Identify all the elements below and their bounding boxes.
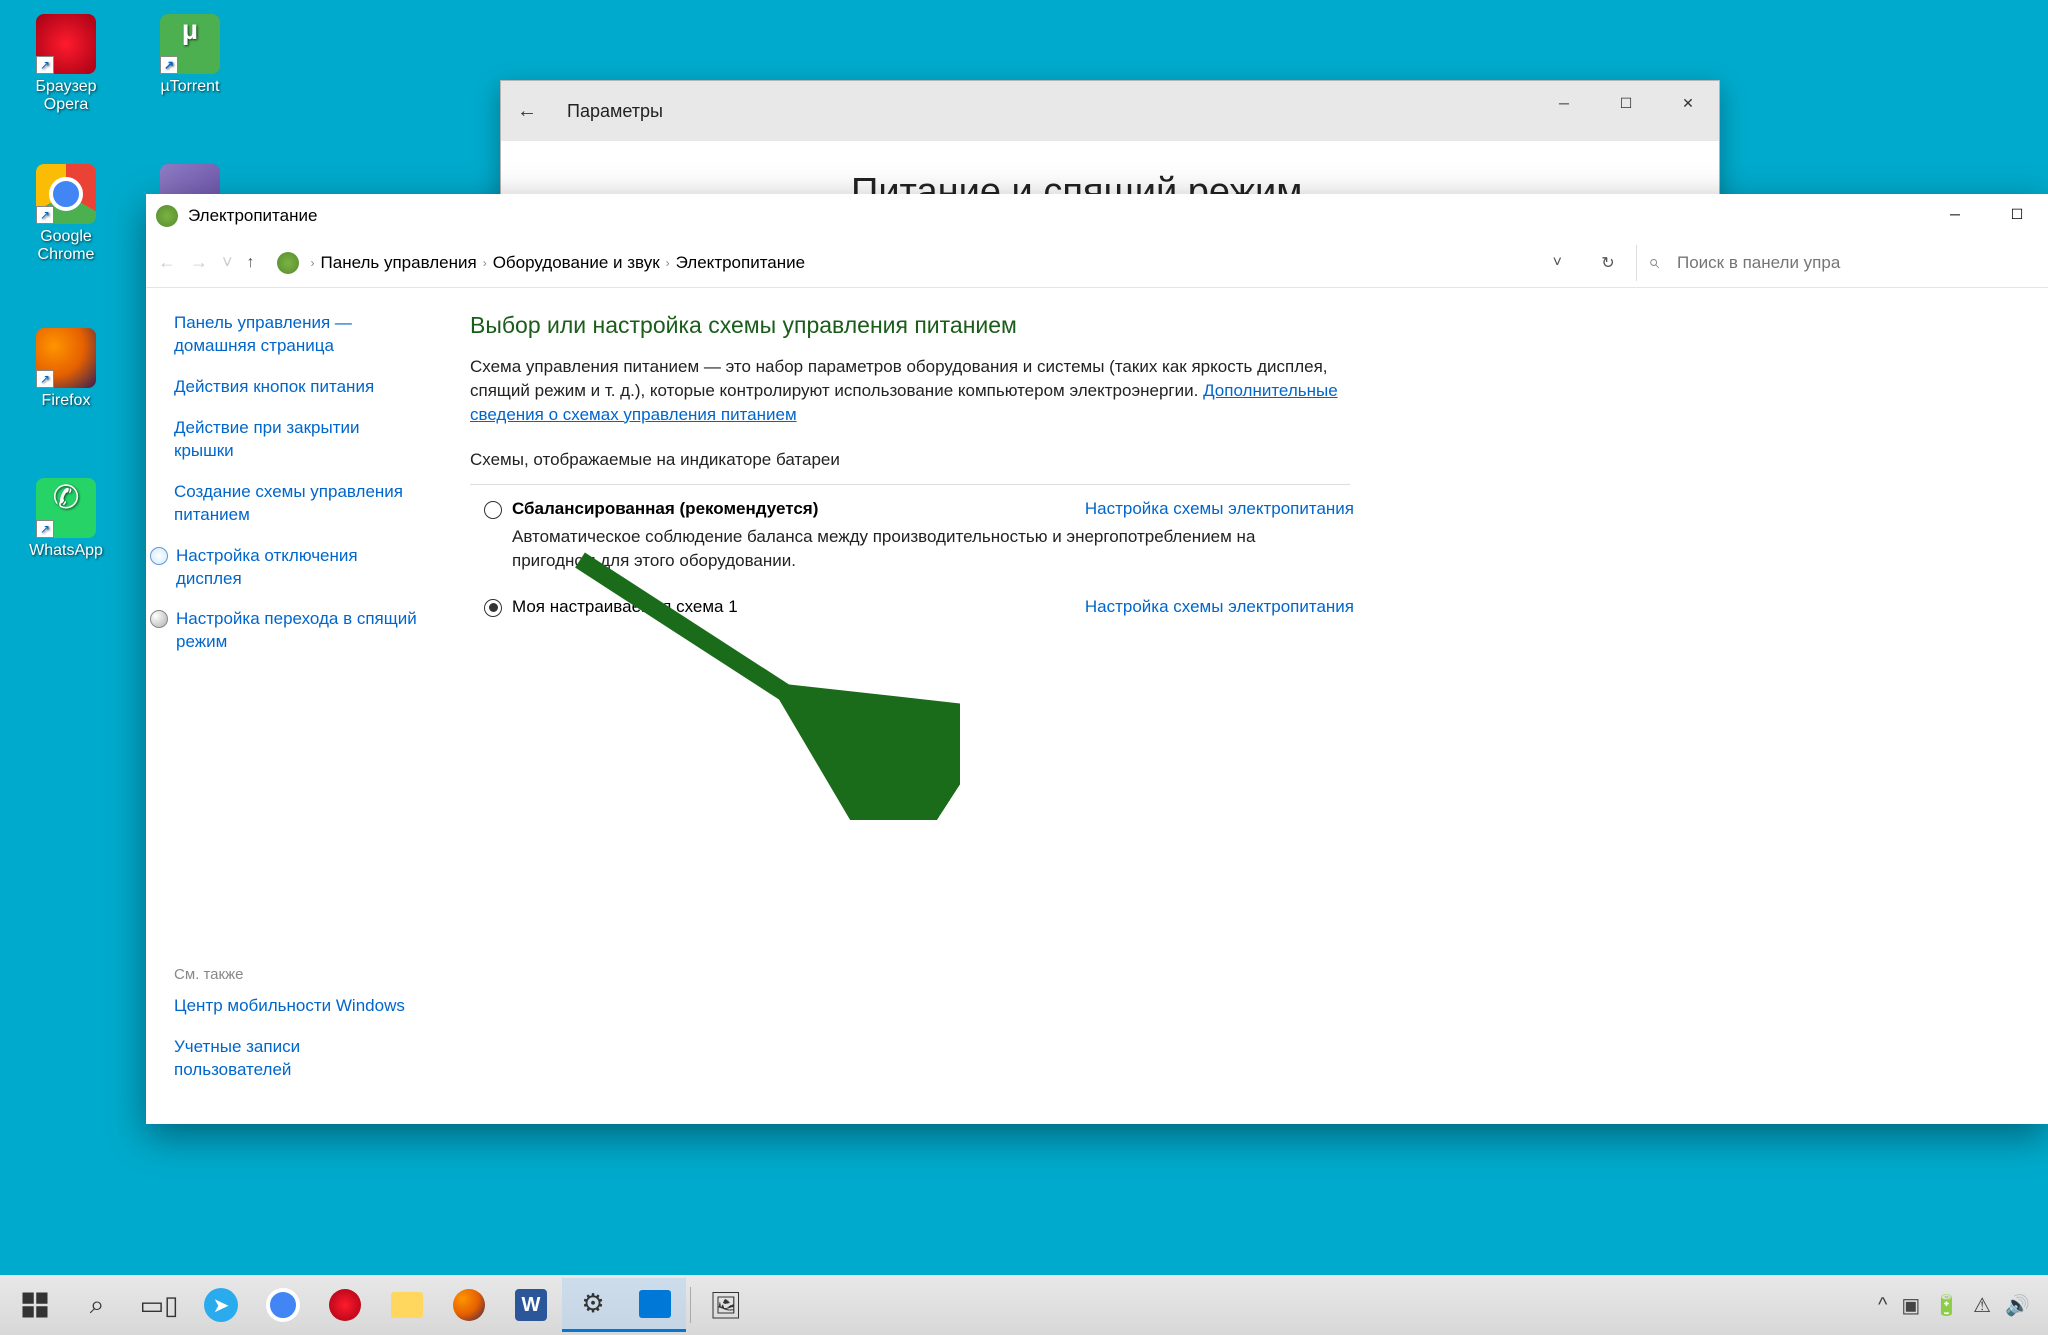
settings-titlebar[interactable]: ← Параметры ─ ☐ ✕ (501, 81, 1719, 141)
plan-row-balanced: Сбалансированная (рекомендуется) Настрой… (484, 499, 1354, 519)
refresh-icon[interactable]: ↻ (1588, 245, 1628, 281)
section-divider (470, 484, 1350, 485)
tray-battery-icon[interactable]: 🔋 (1934, 1293, 1959, 1318)
utorrent-icon: µ↗ (160, 14, 220, 74)
plan-radio-balanced[interactable] (484, 501, 502, 519)
moon-icon (150, 610, 168, 628)
sidebar-item-label: Настройка отключения дисплея (176, 545, 422, 591)
nav-up-icon[interactable]: ↑ (247, 254, 255, 272)
plan-row-custom: Моя настраиваемая схема 1 Настройка схем… (484, 597, 1354, 617)
power-icon (156, 205, 178, 227)
opera-desktop-icon[interactable]: ↗ Браузер Opera (16, 14, 116, 114)
plan-radio-custom[interactable] (484, 599, 502, 617)
maximize-button[interactable]: ☐ (1986, 194, 2048, 234)
tray-volume-icon[interactable]: 🔊 (2005, 1293, 2030, 1318)
taskbar-control-panel[interactable] (624, 1278, 686, 1332)
breadcrumb-mid[interactable]: Оборудование и звук (493, 253, 660, 273)
taskbar-divider (690, 1287, 691, 1323)
close-button[interactable]: ✕ (1657, 81, 1719, 125)
taskbar-explorer[interactable] (376, 1278, 438, 1332)
cp-main: Выбор или настройка схемы управления пит… (450, 288, 2048, 1124)
breadcrumb[interactable]: › Панель управления › Оборудование и зву… (269, 245, 1580, 281)
taskbar-word[interactable]: W (500, 1278, 562, 1332)
task-view-button[interactable]: ▭▯ (128, 1278, 190, 1332)
taskbar-telegram[interactable]: ➤ (190, 1278, 252, 1332)
whatsapp-icon: ✆↗ (36, 478, 96, 538)
sidebar-item-create-plan[interactable]: Создание схемы управления питанием (174, 481, 422, 527)
section-label: Схемы, отображаемые на индикаторе батаре… (470, 450, 1998, 470)
sidebar-item-display-off[interactable]: Настройка отключения дисплея (150, 545, 422, 591)
nav-recent-icon[interactable]: ˅ (222, 252, 233, 273)
desktop-icon-label: µTorrent (140, 78, 240, 96)
maximize-button[interactable]: ☐ (1595, 81, 1657, 125)
chrome-icon: ↗ (36, 164, 96, 224)
nav-back-icon[interactable]: ← (158, 252, 176, 273)
system-tray: ^ ▣ 🔋 ⚠ 🔊 (1864, 1293, 2044, 1318)
opera-icon: ↗ (36, 14, 96, 74)
clock-icon (150, 547, 168, 565)
taskbar-settings[interactable]: ⚙ (562, 1278, 624, 1332)
back-icon[interactable]: ← (517, 100, 537, 123)
control-panel-window: Электропитание ─ ☐ ← → ˅ ↑ › Панель упра… (146, 194, 2048, 1124)
breadcrumb-leaf[interactable]: Электропитание (676, 253, 805, 273)
taskbar-firefox[interactable] (438, 1278, 500, 1332)
chevron-right-icon: › (666, 256, 670, 270)
main-heading: Выбор или настройка схемы управления пит… (470, 312, 1998, 339)
cp-sidebar: Панель управления — домашняя страница Де… (146, 288, 450, 1124)
nav-forward-icon[interactable]: → (190, 252, 208, 273)
tray-network-icon[interactable]: ⚠ (1973, 1293, 1991, 1318)
sidebar-item-sleep[interactable]: Настройка перехода в спящий режим (150, 608, 422, 654)
desktop-icon-label: WhatsApp (16, 542, 116, 560)
main-description: Схема управления питанием — это набор па… (470, 355, 1350, 426)
desktop-icon-label: Браузер Opera (16, 78, 116, 114)
cp-titlebar[interactable]: Электропитание ─ ☐ (146, 194, 2048, 238)
taskbar-chrome[interactable] (252, 1278, 314, 1332)
sidebar-item-home[interactable]: Панель управления — домашняя страница (174, 312, 422, 358)
cp-window-title: Электропитание (188, 206, 317, 226)
tray-chevron-icon[interactable]: ^ (1878, 1294, 1887, 1317)
chevron-right-icon: › (483, 256, 487, 270)
plan-settings-link[interactable]: Настройка схемы электропитания (1085, 597, 1354, 617)
sidebar-item-lid-close[interactable]: Действие при закрытии крышки (174, 417, 422, 463)
minimize-button[interactable]: ─ (1533, 81, 1595, 125)
plan-description: Автоматическое соблюдение баланса между … (512, 525, 1342, 573)
search-input[interactable] (1636, 245, 2036, 281)
firefox-desktop-icon[interactable]: ↗ Firefox (16, 328, 116, 410)
taskbar-opera[interactable] (314, 1278, 376, 1332)
tray-action-center-icon[interactable]: ▣ (1901, 1293, 1920, 1318)
sidebar-item-label: Настройка перехода в спящий режим (176, 608, 422, 654)
search-button[interactable]: ⌕ (66, 1278, 128, 1332)
cp-navbar: ← → ˅ ↑ › Панель управления › Оборудован… (146, 238, 2048, 288)
sidebar-see-also-mobility[interactable]: Центр мобильности Windows (174, 995, 422, 1018)
chrome-desktop-icon[interactable]: ↗ Google Chrome (16, 164, 116, 264)
taskbar-photos[interactable]: 🖼 (695, 1278, 757, 1332)
breadcrumb-root[interactable]: Панель управления (321, 253, 477, 273)
sidebar-item-power-buttons[interactable]: Действия кнопок питания (174, 376, 422, 399)
chevron-right-icon: › (311, 256, 315, 270)
firefox-icon: ↗ (36, 328, 96, 388)
breadcrumb-icon (277, 252, 299, 274)
start-button[interactable] (4, 1278, 66, 1332)
whatsapp-desktop-icon[interactable]: ✆↗ WhatsApp (16, 478, 116, 560)
plan-name[interactable]: Моя настраиваемая схема 1 (512, 597, 738, 617)
settings-title: Параметры (567, 101, 663, 122)
taskbar: ⌕ ▭▯ ➤ W ⚙ 🖼 ^ ▣ 🔋 ⚠ 🔊 (0, 1275, 2048, 1335)
sidebar-see-also-accounts[interactable]: Учетные записи пользователей (174, 1036, 422, 1082)
see-also-label: См. также (174, 966, 422, 983)
plan-name[interactable]: Сбалансированная (рекомендуется) (512, 499, 818, 519)
breadcrumb-dropdown-icon[interactable]: ˅ (1543, 254, 1572, 272)
minimize-button[interactable]: ─ (1924, 194, 1986, 234)
utorrent-desktop-icon[interactable]: µ↗ µTorrent (140, 14, 240, 96)
desktop-icon-label: Firefox (16, 392, 116, 410)
desktop-icon-label: Google Chrome (16, 228, 116, 264)
plan-settings-link[interactable]: Настройка схемы электропитания (1085, 499, 1354, 519)
